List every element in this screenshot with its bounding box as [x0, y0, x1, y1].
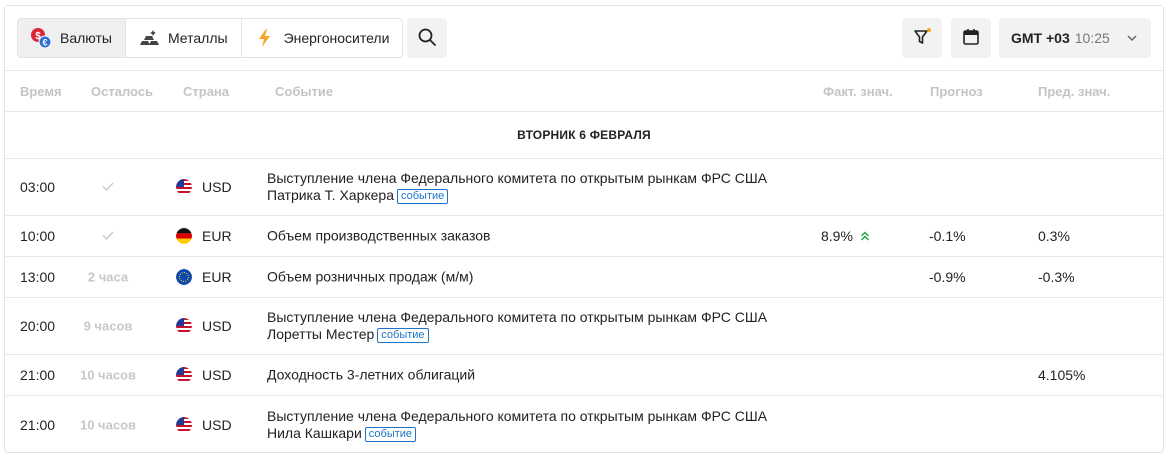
us-flag-icon — [176, 318, 192, 334]
col-time: Время — [20, 84, 62, 99]
table-row[interactable]: 13:00 2 часа EUR Объем розничных продаж … — [5, 257, 1163, 298]
tab-energy[interactable]: Энергоносители — [242, 19, 403, 57]
col-country: Страна — [183, 84, 230, 99]
current-time: 10:25 — [1074, 30, 1110, 46]
event-title: Выступление члена Федерального комитета … — [267, 407, 768, 441]
table-row[interactable]: 03:00 USD Выступление члена Федерального… — [5, 159, 1163, 216]
tab-label: Валюты — [60, 30, 112, 46]
currency-code: EUR — [202, 269, 232, 285]
currency-code: USD — [202, 179, 232, 195]
event-title: Объем розничных продаж (м/м) — [267, 268, 474, 285]
search-button[interactable] — [407, 18, 447, 58]
col-previous: Пред. знач. — [1038, 84, 1111, 99]
timezone-offset: GMT +03 — [1011, 30, 1070, 46]
timezone-select[interactable]: GMT +03 10:25 — [999, 18, 1151, 58]
us-flag-icon — [176, 179, 192, 195]
currency-code: USD — [202, 318, 232, 334]
tab-currencies[interactable]: $ € Валюты — [18, 19, 126, 57]
trend-up-icon — [860, 231, 870, 241]
event-name[interactable]: Выступление члена Федерального комитета … — [267, 170, 787, 204]
calendar-icon — [961, 27, 981, 50]
completed-check-icon — [75, 180, 141, 195]
event-badge[interactable]: событие — [397, 189, 449, 204]
tab-metals[interactable]: Металлы — [126, 19, 242, 57]
metal-bars-icon — [138, 27, 160, 49]
chevron-down-icon — [1125, 31, 1139, 48]
calendar-button[interactable] — [951, 18, 991, 58]
col-event: Событие — [275, 84, 334, 99]
event-title: Выступление члена Федерального комитета … — [267, 309, 768, 342]
day-header: ВТОРНИК 6 ФЕВРАЛЯ — [5, 112, 1163, 159]
category-tabs: $ € Валюты Металлы Энергоносители — [17, 18, 404, 58]
lightning-icon — [254, 27, 276, 49]
eu-flag-icon — [176, 269, 192, 285]
event-time: 03:00 — [20, 179, 56, 195]
table-row[interactable]: 21:00 10 часов USD Выступление члена Фед… — [5, 396, 1163, 452]
event-title: Доходность 3-летних облигаций — [267, 366, 476, 383]
event-time: 10:00 — [20, 228, 56, 244]
de-flag-icon — [176, 228, 192, 244]
col-time-left: Осталось — [91, 84, 154, 99]
event-time: 21:00 — [20, 416, 56, 433]
previous-value: -0.3% — [1038, 269, 1075, 285]
event-name[interactable]: Выступление члена Федерального комитета … — [267, 408, 787, 442]
filter-icon — [912, 27, 932, 50]
event-title: Объем производственных заказов — [267, 227, 491, 244]
actual-value: 8.9% — [821, 228, 853, 244]
time-remaining: 10 часов — [79, 417, 136, 432]
event-name[interactable]: Доходность 3-летних облигаций — [267, 367, 787, 384]
us-flag-icon — [176, 367, 192, 383]
event-badge[interactable]: событие — [377, 328, 429, 343]
tab-label: Металлы — [167, 30, 228, 46]
time-remaining: 10 часов — [79, 367, 136, 383]
currency-code: USD — [202, 367, 232, 383]
event-time: 20:00 — [20, 318, 56, 334]
table-header: Время Осталось Страна Событие Факт. знач… — [5, 71, 1163, 112]
time-remaining: 2 часа — [87, 269, 129, 285]
col-actual: Факт. знач. — [823, 84, 893, 99]
tab-label: Энергоносители — [283, 30, 390, 46]
currency-icon: $ € — [30, 27, 52, 49]
search-icon — [417, 27, 437, 50]
filter-button[interactable] — [902, 18, 942, 58]
event-time: 13:00 — [20, 269, 56, 285]
completed-check-icon — [75, 229, 141, 244]
col-forecast: Прогноз — [930, 84, 983, 99]
event-name[interactable]: Выступление члена Федерального комитета … — [267, 309, 787, 343]
forecast-value: -0.1% — [929, 228, 966, 244]
event-time: 21:00 — [20, 367, 56, 383]
table-row[interactable]: 20:00 9 часов USD Выступление члена Феде… — [5, 298, 1163, 355]
table-row[interactable]: 21:00 10 часов USD Доходность 3-летних о… — [5, 355, 1163, 396]
economic-calendar: $ € Валюты Металлы Энергоносители GMT +0… — [4, 5, 1164, 453]
previous-value: 0.3% — [1038, 228, 1070, 244]
us-flag-icon — [176, 416, 192, 433]
forecast-value: -0.9% — [929, 269, 966, 285]
actual-cell: 8.9% — [821, 228, 870, 244]
event-name[interactable]: Объем розничных продаж (м/м) — [267, 269, 787, 286]
event-badge[interactable]: событие — [364, 426, 417, 442]
currency-code: EUR — [202, 228, 232, 244]
table-row[interactable]: 10:00 EUR Объем производственных заказов… — [5, 216, 1163, 257]
previous-value: 4.105% — [1038, 367, 1086, 383]
day-header-label: ВТОРНИК 6 ФЕВРАЛЯ — [517, 128, 651, 142]
time-remaining: 9 часов — [83, 318, 133, 334]
event-list: 03:00 USD Выступление члена Федерального… — [5, 159, 1163, 452]
event-name[interactable]: Объем производственных заказов — [267, 228, 787, 245]
toolbar: $ € Валюты Металлы Энергоносители GMT +0… — [5, 6, 1163, 71]
currency-code: USD — [202, 416, 232, 433]
event-title: Выступление члена Федерального комитета … — [267, 170, 768, 203]
svg-text:€: € — [42, 38, 47, 48]
